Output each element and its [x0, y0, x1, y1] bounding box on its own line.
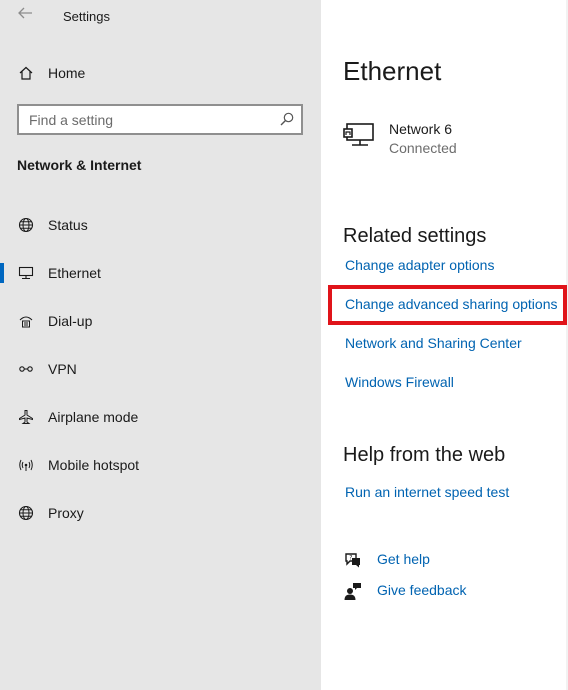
search-icon[interactable] — [279, 111, 295, 127]
windows-firewall-link[interactable]: Windows Firewall — [345, 374, 454, 390]
give-feedback-row[interactable]: Give feedback — [343, 580, 563, 602]
sidebar-item-label: Dial-up — [48, 313, 93, 329]
ethernet-icon — [17, 264, 35, 282]
selection-indicator — [0, 263, 4, 283]
sidebar-item-mobile-hotspot[interactable]: Mobile hotspot — [0, 445, 321, 485]
search-input[interactable]: Find a setting — [17, 104, 303, 135]
page-title: Ethernet — [343, 56, 442, 86]
dial-up-icon — [17, 312, 35, 330]
home-icon — [17, 64, 35, 82]
svg-text:?: ? — [349, 555, 352, 562]
sidebar-item-label: Airplane mode — [48, 409, 139, 425]
hotspot-icon — [17, 456, 35, 474]
network-name[interactable]: Network 6 — [389, 121, 452, 137]
sidebar-item-label: Home — [48, 65, 86, 81]
vpn-icon — [17, 360, 35, 378]
sidebar-item-dial-up[interactable]: Dial-up — [0, 301, 321, 341]
sidebar-item-ethernet[interactable]: Ethernet — [0, 253, 321, 293]
monitor-network-icon — [343, 121, 379, 151]
section-heading: Network & Internet — [17, 157, 142, 173]
sidebar-item-label: Status — [48, 217, 88, 233]
sidebar-item-home[interactable]: Home — [0, 53, 321, 93]
sidebar-item-label: Proxy — [48, 505, 84, 521]
highlight-box — [328, 285, 567, 325]
get-help-icon: ? — [343, 550, 363, 570]
feedback-icon — [343, 581, 363, 601]
back-arrow-icon[interactable] — [14, 5, 36, 27]
change-adapter-options-link[interactable]: Change adapter options — [345, 257, 494, 273]
sidebar-item-airplane-mode[interactable]: Airplane mode — [0, 397, 321, 437]
help-from-web-heading: Help from the web — [343, 444, 506, 466]
search-placeholder: Find a setting — [29, 112, 114, 128]
main-content: Ethernet Network 6 Connected Related set… — [321, 0, 568, 690]
sidebar-item-vpn[interactable]: VPN — [0, 349, 321, 389]
sidebar-item-status[interactable]: Status — [0, 205, 321, 245]
give-feedback-link[interactable]: Give feedback — [377, 582, 467, 598]
network-and-sharing-center-link[interactable]: Network and Sharing Center — [345, 335, 522, 351]
sidebar-item-label: Ethernet — [48, 265, 101, 281]
globe-status-icon — [17, 216, 35, 234]
sidebar-item-label: Mobile hotspot — [48, 457, 140, 473]
get-help-row[interactable]: ? Get help — [343, 549, 563, 571]
network-status: Connected — [389, 140, 457, 156]
sidebar-item-label: VPN — [48, 361, 77, 377]
related-settings-heading: Related settings — [343, 225, 487, 247]
airplane-icon — [17, 408, 35, 426]
window-title: Settings — [63, 9, 110, 24]
run-internet-speed-test-link[interactable]: Run an internet speed test — [345, 484, 509, 500]
get-help-link[interactable]: Get help — [377, 551, 430, 567]
globe-icon — [17, 504, 35, 522]
sidebar: Settings Home Find a setting Network & I… — [0, 0, 321, 690]
sidebar-item-proxy[interactable]: Proxy — [0, 493, 321, 533]
